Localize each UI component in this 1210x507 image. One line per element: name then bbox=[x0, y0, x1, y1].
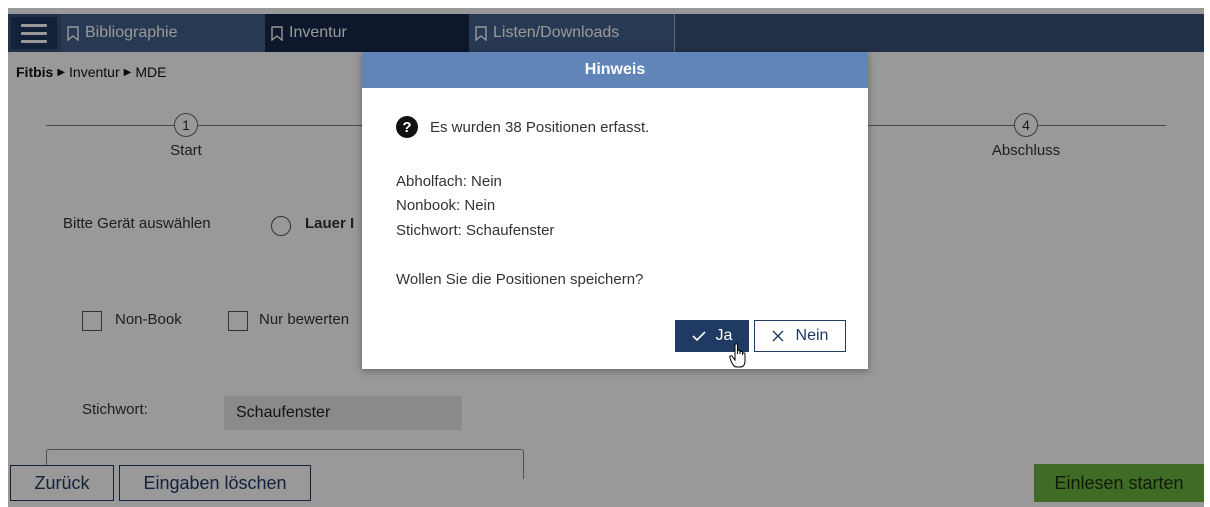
question-circle-icon: ? bbox=[396, 116, 418, 138]
dialog-nonbook: Nonbook: Nein bbox=[396, 197, 496, 214]
no-button[interactable]: Nein bbox=[754, 320, 846, 352]
dialog-question: Wollen Sie die Positionen speichern? bbox=[396, 271, 644, 288]
dialog-abholfach: Abholfach: Nein bbox=[396, 173, 502, 190]
dialog-stichwort: Stichwort: Schaufenster bbox=[396, 222, 555, 239]
hand-pointer-icon bbox=[729, 343, 746, 368]
app-window: Bibliographie Inventur Listen/Downloads … bbox=[8, 8, 1204, 507]
dialog-title: Hinweis bbox=[362, 52, 868, 88]
close-icon bbox=[772, 330, 784, 342]
check-icon bbox=[691, 331, 706, 342]
dialog-message-text: Es wurden 38 Positionen erfasst. bbox=[430, 118, 650, 136]
dialog-message: ? Es wurden 38 Positionen erfasst. bbox=[396, 116, 649, 138]
hinweis-dialog: Hinweis ? Es wurden 38 Positionen erfass… bbox=[362, 52, 868, 369]
no-button-label: Nein bbox=[795, 327, 829, 344]
